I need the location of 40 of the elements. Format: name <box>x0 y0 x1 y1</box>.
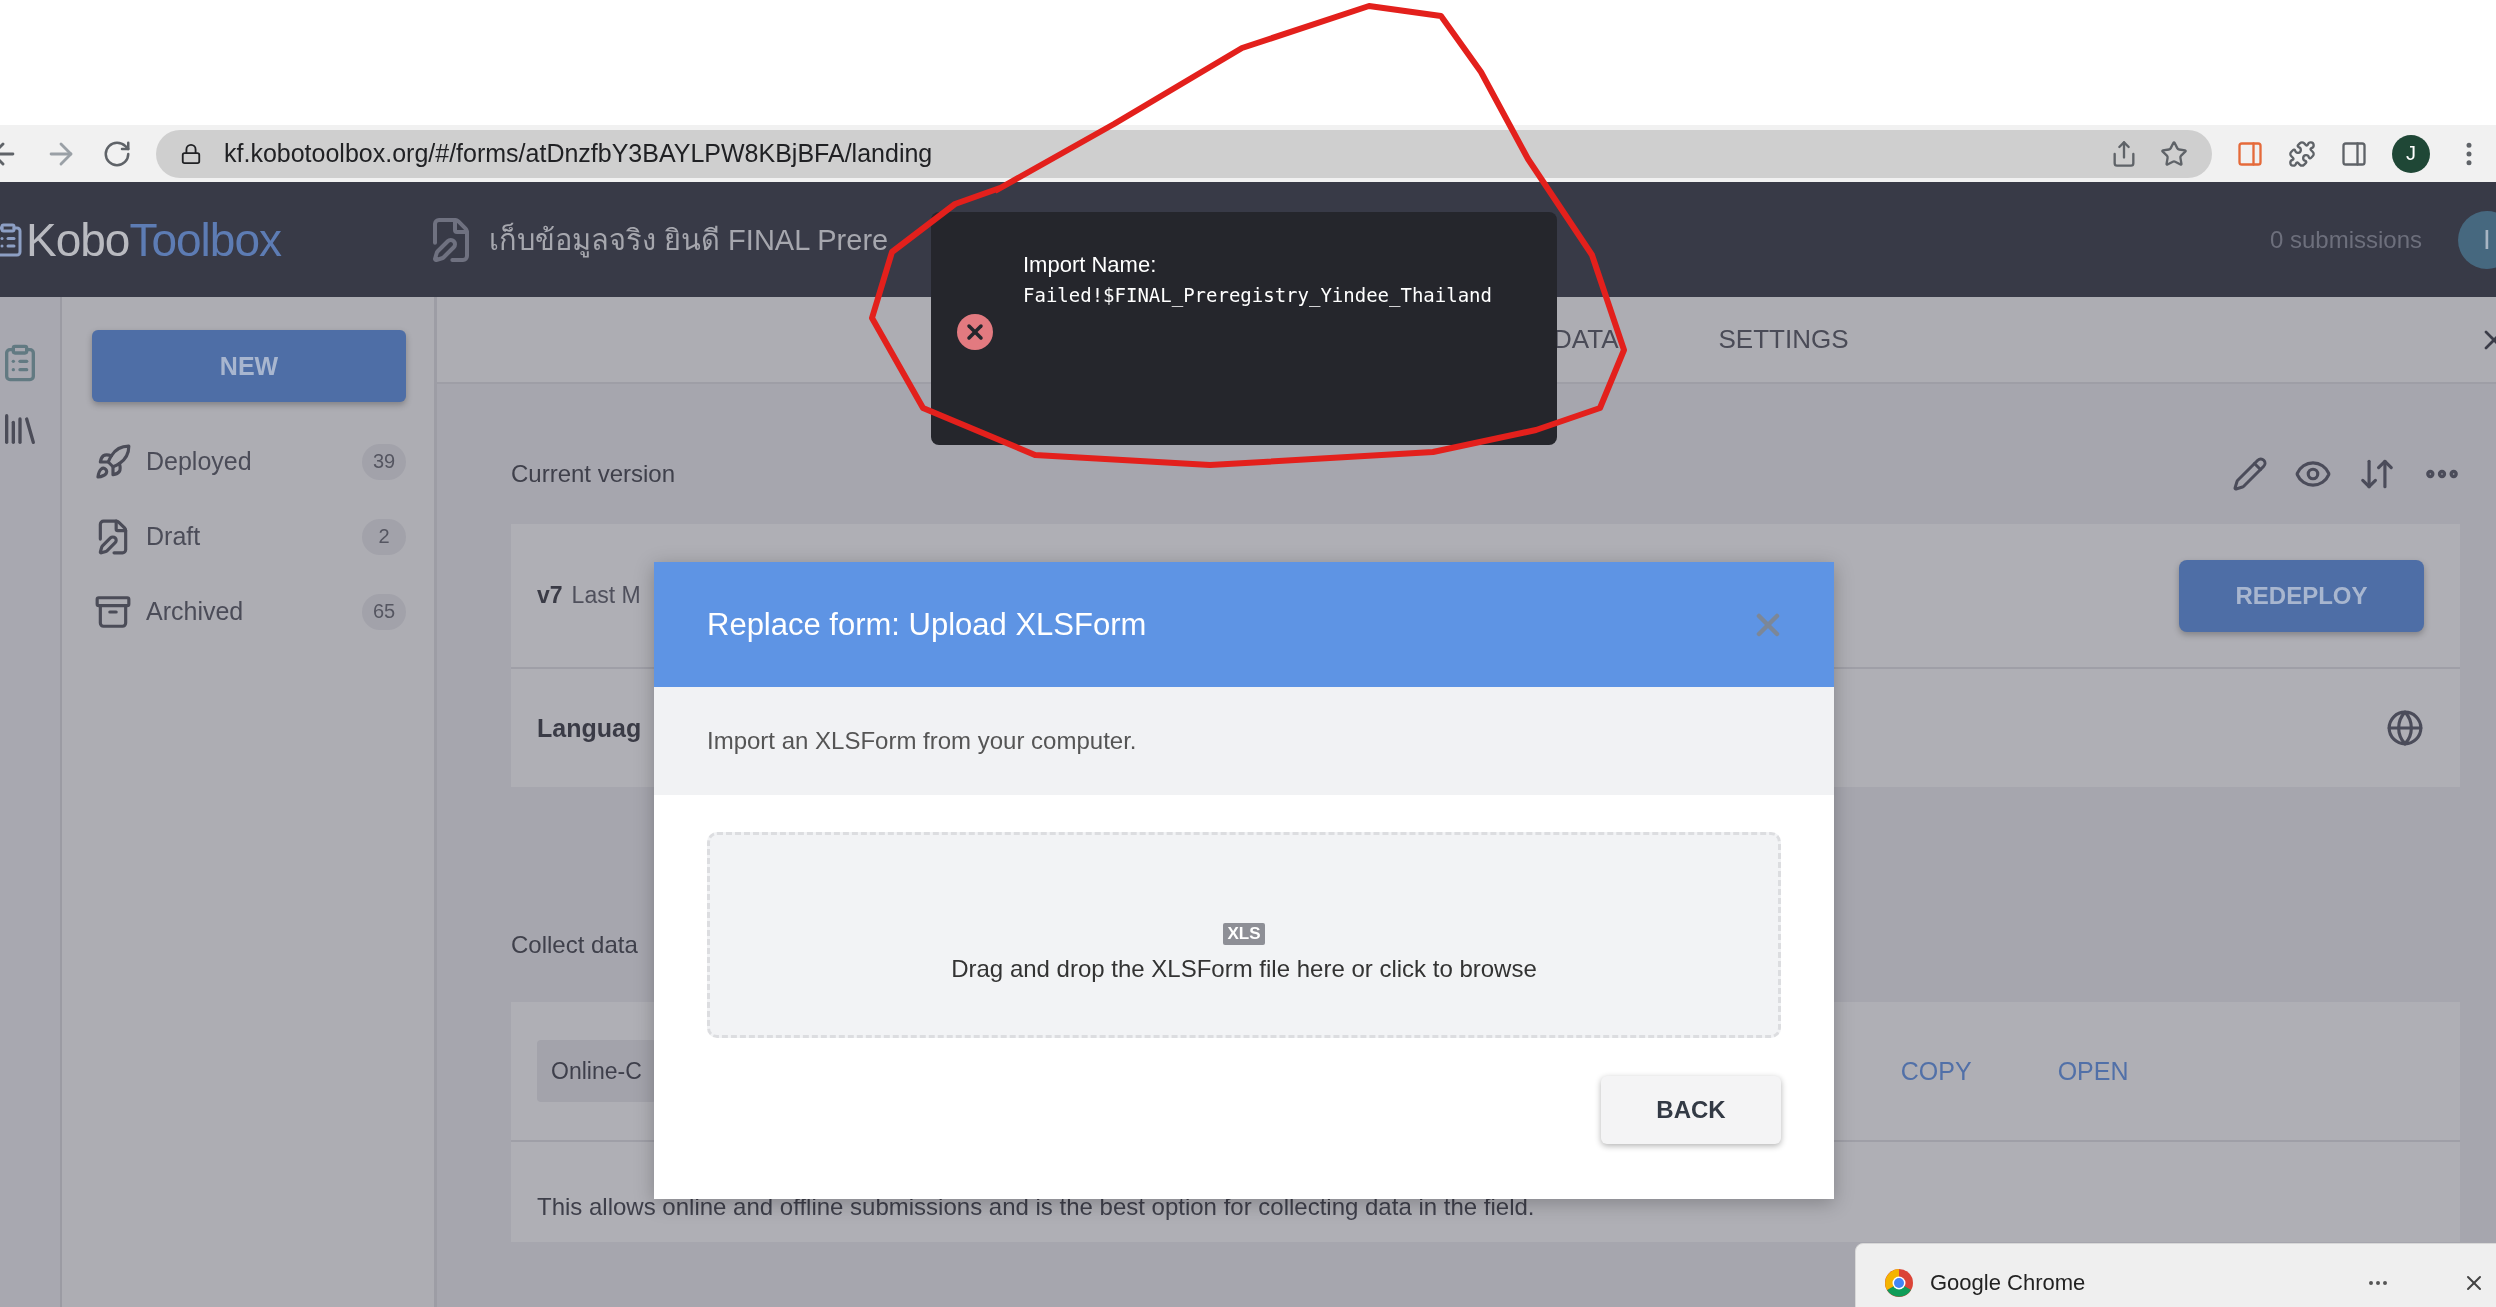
pencil-icon[interactable] <box>2232 456 2268 492</box>
address-bar[interactable]: kf.kobotoolbox.org/#/forms/atDnzfbY3BAYLPW8KBjBFA/landing <box>156 129 2212 178</box>
redeploy-button[interactable]: REDEPLOY <box>2179 559 2424 632</box>
dialog-subtitle: Import an XLSForm from your computer. <box>707 727 1137 755</box>
chrome-logo-icon <box>1884 1268 1914 1298</box>
sidebar-item[interactable]: Deployed 39 <box>86 424 406 499</box>
toast-label: Import Name: <box>1023 252 1158 278</box>
copy-link[interactable]: COPY <box>1900 1056 1972 1086</box>
puzzle-icon[interactable] <box>2288 139 2316 168</box>
side-panel-icon[interactable] <box>2340 139 2368 168</box>
open-link[interactable]: OPEN <box>2057 1056 2129 1086</box>
user-avatar[interactable]: I <box>2458 210 2496 269</box>
rocket-icon <box>94 442 132 481</box>
count-badge: 65 <box>362 593 406 630</box>
count-badge: 39 <box>362 443 406 480</box>
section-label: Collect data <box>511 930 638 959</box>
notification-title: Google Chrome <box>1930 1270 2086 1296</box>
form-title: เก็บข้อมูลจริง ยินดี FINAL Prere <box>489 221 889 260</box>
dialog-title: Replace form: Upload XLSForm <box>707 606 1147 643</box>
version-number: v7 <box>537 582 563 609</box>
tab[interactable]: SETTINGS <box>1718 318 1849 361</box>
method-dropdown[interactable]: Online-C <box>537 1040 656 1102</box>
languages-label: Languag <box>537 713 642 743</box>
logo[interactable]: KoboToolbox <box>0 212 427 267</box>
profile-avatar[interactable]: J <box>2392 134 2430 173</box>
file-dropzone[interactable]: XLS Drag and drop the XLSForm file here or click to browse <box>707 832 1781 1038</box>
last-modified: Last M <box>571 582 641 609</box>
new-button[interactable]: NEW <box>92 330 406 402</box>
count-badge: 2 <box>362 518 406 555</box>
star-icon[interactable] <box>2160 139 2188 168</box>
error-icon <box>957 314 993 350</box>
back-button[interactable]: BACK <box>1601 1076 1781 1144</box>
lock-icon <box>180 142 202 165</box>
globe-icon[interactable] <box>2386 709 2424 747</box>
sidebar-item[interactable]: Archived 65 <box>86 574 406 649</box>
section-label: Current version <box>511 460 676 488</box>
method-description: This allows online and offline submissions and is the best option for collecting data in the field. <box>537 1192 1535 1221</box>
sidebar-item[interactable]: Draft 2 <box>86 499 406 574</box>
toast-message: Failed!$FINAL_Preregistry_Yindee_Thailand <box>1023 284 1492 306</box>
dropzone-text: Drag and drop the XLSForm file here or click to browse <box>951 955 1537 983</box>
